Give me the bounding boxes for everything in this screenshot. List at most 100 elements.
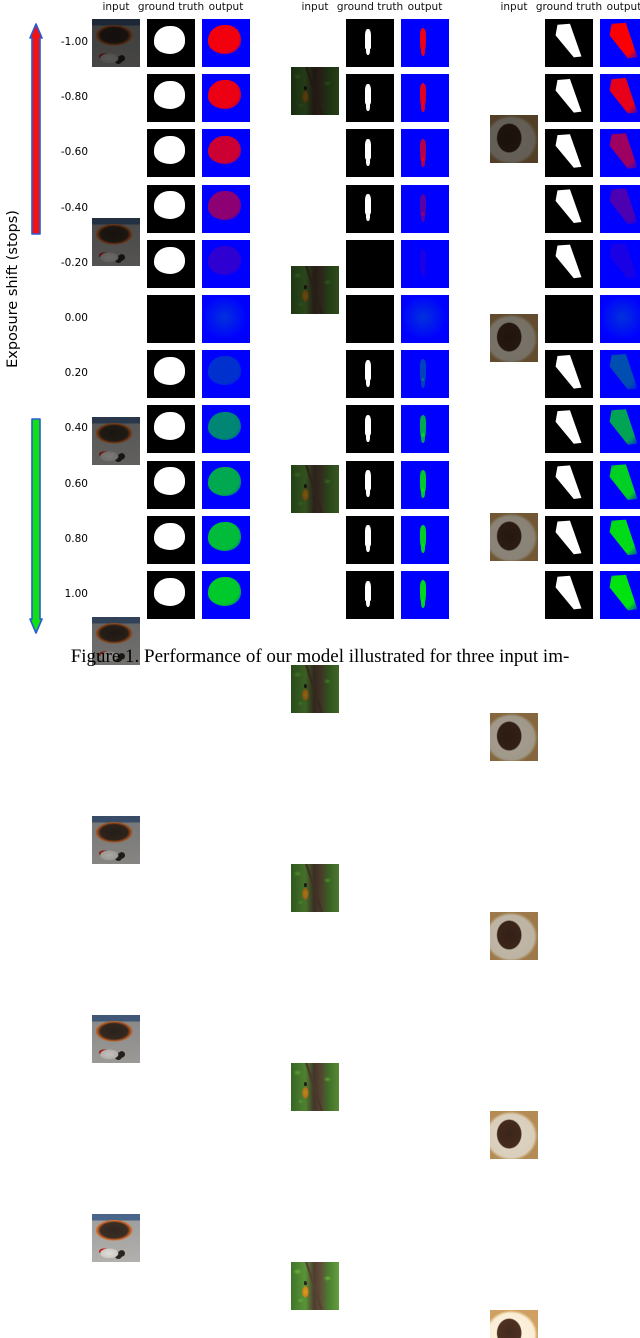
input-image-cake-slice-row-6 xyxy=(490,1310,538,1338)
column-header-output-2: output xyxy=(208,1,244,13)
ground-truth-mask-cake-slice-row-6 xyxy=(545,350,593,399)
ground-truth-mask-bird-row-6 xyxy=(346,350,394,399)
input-image-cake-slice-row-2 xyxy=(490,513,538,562)
ground-truth-mask-bird-row-5 xyxy=(346,295,394,343)
output-prediction-bird-row-0 xyxy=(401,19,449,67)
output-prediction-cake-slice-row-10 xyxy=(600,571,640,619)
input-image-pizza-row-0 xyxy=(92,19,140,67)
ground-truth-mask-cake-slice-row-8 xyxy=(545,460,593,509)
ground-truth-mask-pizza-row-8 xyxy=(147,460,195,509)
output-prediction-bird-row-4 xyxy=(401,239,449,288)
output-prediction-pizza-row-7 xyxy=(202,405,250,454)
y-tick-7: 0.40 xyxy=(64,422,88,435)
ground-truth-mask-cake-slice-row-2 xyxy=(545,129,593,178)
output-prediction-cake-slice-row-5 xyxy=(600,295,640,343)
output-prediction-bird-row-3 xyxy=(401,184,449,233)
input-image-bird-row-6 xyxy=(291,1262,339,1311)
ground-truth-mask-bird-row-3 xyxy=(346,184,394,233)
ground-truth-mask-pizza-row-2 xyxy=(147,129,195,178)
output-prediction-cake-slice-row-1 xyxy=(600,74,640,123)
output-prediction-bird-row-7 xyxy=(401,405,449,454)
y-tick-2: -0.60 xyxy=(60,146,88,159)
input-image-pizza-row-1 xyxy=(92,218,140,267)
ground-truth-mask-cake-slice-row-10 xyxy=(545,571,593,619)
output-prediction-pizza-row-3 xyxy=(202,184,250,233)
ground-truth-mask-cake-slice-row-4 xyxy=(545,239,593,288)
input-image-bird-row-2 xyxy=(291,465,339,514)
input-image-bird-row-3 xyxy=(291,664,339,713)
ground-truth-mask-bird-row-8 xyxy=(346,460,394,509)
ground-truth-mask-bird-row-0 xyxy=(346,19,394,67)
output-prediction-cake-slice-row-8 xyxy=(600,460,640,509)
y-tick-4: -0.20 xyxy=(60,256,88,269)
y-tick-3: -0.40 xyxy=(60,201,88,214)
ground-truth-mask-pizza-row-4 xyxy=(147,239,195,288)
input-image-cake-slice-row-3 xyxy=(490,712,538,761)
output-prediction-cake-slice-row-9 xyxy=(600,515,640,564)
output-prediction-bird-row-2 xyxy=(401,129,449,178)
input-image-bird-row-0 xyxy=(291,67,339,115)
column-header-output-8: output xyxy=(606,1,640,13)
y-tick-8: 0.60 xyxy=(64,477,88,490)
y-tick-0: -1.00 xyxy=(60,36,88,48)
output-prediction-pizza-row-5 xyxy=(202,295,250,343)
ground-truth-mask-cake-slice-row-3 xyxy=(545,184,593,233)
y-tick-10: 1.00 xyxy=(64,588,88,600)
ground-truth-mask-cake-slice-row-5 xyxy=(545,295,593,343)
column-header-output-5: output xyxy=(407,1,443,13)
input-image-bird-row-5 xyxy=(291,1063,339,1111)
ground-truth-mask-pizza-row-1 xyxy=(147,74,195,123)
input-image-pizza-row-4 xyxy=(92,815,140,864)
input-image-pizza-row-2 xyxy=(92,417,140,466)
input-image-bird-row-1 xyxy=(291,266,339,315)
y-tick-6: 0.20 xyxy=(64,367,88,380)
input-image-pizza-row-5 xyxy=(92,1015,140,1063)
figure-1: input ground truth output input ground truth… xyxy=(0,0,640,1338)
y-axis-tick-labels: -1.00 -0.80 -0.60 -0.40 -0.20 0.00 0.20 0.40 0.6… xyxy=(10,0,88,669)
output-prediction-pizza-row-10 xyxy=(202,571,250,619)
output-prediction-pizza-row-2 xyxy=(202,129,250,178)
ground-truth-mask-pizza-row-7 xyxy=(147,405,195,454)
output-prediction-bird-row-9 xyxy=(401,515,449,564)
output-prediction-pizza-row-4 xyxy=(202,239,250,288)
ground-truth-mask-bird-row-1 xyxy=(346,74,394,123)
input-image-pizza-row-6 xyxy=(92,1214,140,1263)
output-prediction-bird-row-1 xyxy=(401,74,449,123)
output-prediction-pizza-row-8 xyxy=(202,460,250,509)
y-tick-5: 0.00 xyxy=(64,312,88,324)
output-prediction-bird-row-10 xyxy=(401,571,449,619)
ground-truth-mask-pizza-row-5 xyxy=(147,295,195,343)
input-image-cake-slice-row-0 xyxy=(490,115,538,163)
output-prediction-pizza-row-9 xyxy=(202,515,250,564)
output-prediction-pizza-row-1 xyxy=(202,74,250,123)
ground-truth-mask-cake-slice-row-9 xyxy=(545,515,593,564)
output-prediction-cake-slice-row-2 xyxy=(600,129,640,178)
output-prediction-cake-slice-row-4 xyxy=(600,239,640,288)
output-prediction-cake-slice-row-6 xyxy=(600,350,640,399)
y-tick-1: -0.80 xyxy=(60,91,88,104)
ground-truth-mask-pizza-row-3 xyxy=(147,184,195,233)
ground-truth-mask-bird-row-7 xyxy=(346,405,394,454)
exposure-decrease-arrow xyxy=(29,22,43,236)
ground-truth-mask-pizza-row-6 xyxy=(147,350,195,399)
output-prediction-cake-slice-row-3 xyxy=(600,184,640,233)
output-prediction-bird-row-8 xyxy=(401,460,449,509)
ground-truth-mask-bird-row-2 xyxy=(346,129,394,178)
output-prediction-bird-row-5 xyxy=(401,295,449,343)
output-prediction-pizza-row-0 xyxy=(202,19,250,67)
ground-truth-mask-bird-row-4 xyxy=(346,239,394,288)
input-image-cake-slice-row-4 xyxy=(490,911,538,960)
output-prediction-cake-slice-row-7 xyxy=(600,405,640,454)
y-tick-9: 0.80 xyxy=(64,532,88,545)
input-image-cake-slice-row-5 xyxy=(490,1111,538,1159)
output-prediction-pizza-row-6 xyxy=(202,350,250,399)
image-grid xyxy=(0,0,640,1338)
ground-truth-mask-bird-row-9 xyxy=(346,515,394,564)
exposure-increase-arrow xyxy=(29,417,43,635)
ground-truth-mask-pizza-row-0 xyxy=(147,19,195,67)
ground-truth-mask-bird-row-10 xyxy=(346,571,394,619)
ground-truth-mask-cake-slice-row-7 xyxy=(545,405,593,454)
ground-truth-mask-cake-slice-row-1 xyxy=(545,74,593,123)
ground-truth-mask-cake-slice-row-0 xyxy=(545,19,593,67)
ground-truth-mask-pizza-row-9 xyxy=(147,515,195,564)
